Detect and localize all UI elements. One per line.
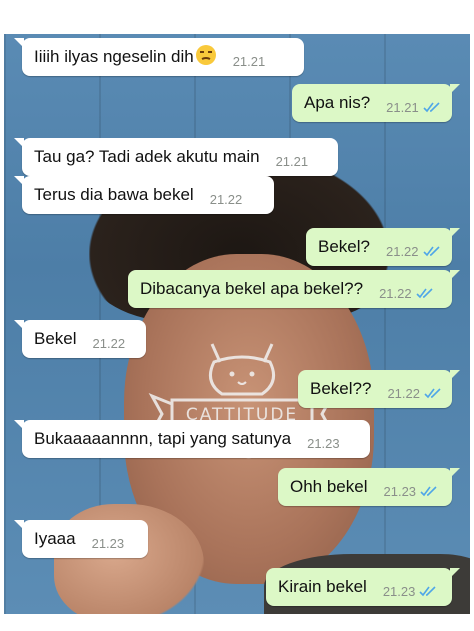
read-ticks-icon bbox=[422, 245, 441, 257]
message-time: 21.22 bbox=[209, 191, 243, 207]
message-incoming[interactable]: Bukaaaaannnn, tapi yang satunya 21.23 bbox=[14, 420, 370, 458]
message-time: 21.23 bbox=[383, 483, 417, 499]
message-incoming[interactable]: Iiiih ilyas ngeselin dih 21.21 bbox=[14, 38, 304, 76]
message-text: Iyaaa bbox=[34, 529, 76, 548]
message-time: 21.21 bbox=[232, 53, 266, 69]
message-text: Apa nis? bbox=[304, 93, 371, 112]
message-text: Tau ga? Tadi adek akutu main bbox=[34, 147, 260, 166]
unamused-face-emoji-icon bbox=[195, 44, 217, 71]
message-time: 21.21 bbox=[275, 153, 309, 169]
message-outgoing[interactable]: Ohh bekel 21.23 bbox=[278, 468, 460, 506]
message-text: Bekel?? bbox=[310, 379, 372, 398]
message-incoming[interactable]: Tau ga? Tadi adek akutu main 21.21 bbox=[14, 138, 338, 176]
message-time: 21.22 bbox=[385, 243, 419, 259]
message-time: 21.23 bbox=[382, 583, 416, 599]
message-time: 21.22 bbox=[379, 285, 412, 301]
message-outgoing[interactable]: Bekel?? 21.22 bbox=[298, 370, 460, 408]
read-ticks-icon bbox=[424, 387, 442, 399]
message-text: Bekel bbox=[34, 329, 77, 348]
message-outgoing[interactable]: Bekel? 21.22 bbox=[306, 228, 460, 266]
message-time: 21.23 bbox=[91, 535, 125, 551]
message-outgoing[interactable]: Dibacanya bekel apa bekel?? 21.22 bbox=[128, 270, 460, 308]
message-time: 21.21 bbox=[386, 99, 419, 115]
read-ticks-icon bbox=[423, 101, 441, 113]
message-incoming[interactable]: Iyaaa 21.23 bbox=[14, 520, 148, 558]
message-text: Iiiih ilyas ngeselin dih bbox=[34, 44, 217, 71]
message-outgoing[interactable]: Apa nis? 21.21 bbox=[292, 84, 460, 122]
read-ticks-icon bbox=[420, 485, 438, 497]
message-text: Bukaaaaannnn, tapi yang satunya bbox=[34, 429, 292, 448]
message-time: 21.22 bbox=[92, 335, 126, 351]
message-incoming[interactable]: Bekel 21.22 bbox=[14, 320, 146, 358]
message-time: 21.23 bbox=[307, 435, 340, 451]
message-text: Dibacanya bekel apa bekel?? bbox=[140, 279, 364, 298]
message-outgoing[interactable]: Kirain bekel 21.23 bbox=[266, 568, 460, 606]
read-ticks-icon bbox=[416, 287, 434, 299]
message-time: 21.22 bbox=[387, 385, 420, 401]
message-text: Kirain bekel bbox=[278, 577, 367, 596]
chat-area: CATTITUDE MEOW Iiiih ilyas ngeselin dih … bbox=[4, 34, 470, 614]
message-text: Ohh bekel bbox=[290, 477, 368, 496]
read-ticks-icon bbox=[419, 585, 437, 597]
message-text: Terus dia bawa bekel bbox=[34, 185, 194, 204]
message-text: Bekel? bbox=[318, 237, 370, 256]
message-incoming[interactable]: Terus dia bawa bekel 21.22 bbox=[14, 176, 274, 214]
